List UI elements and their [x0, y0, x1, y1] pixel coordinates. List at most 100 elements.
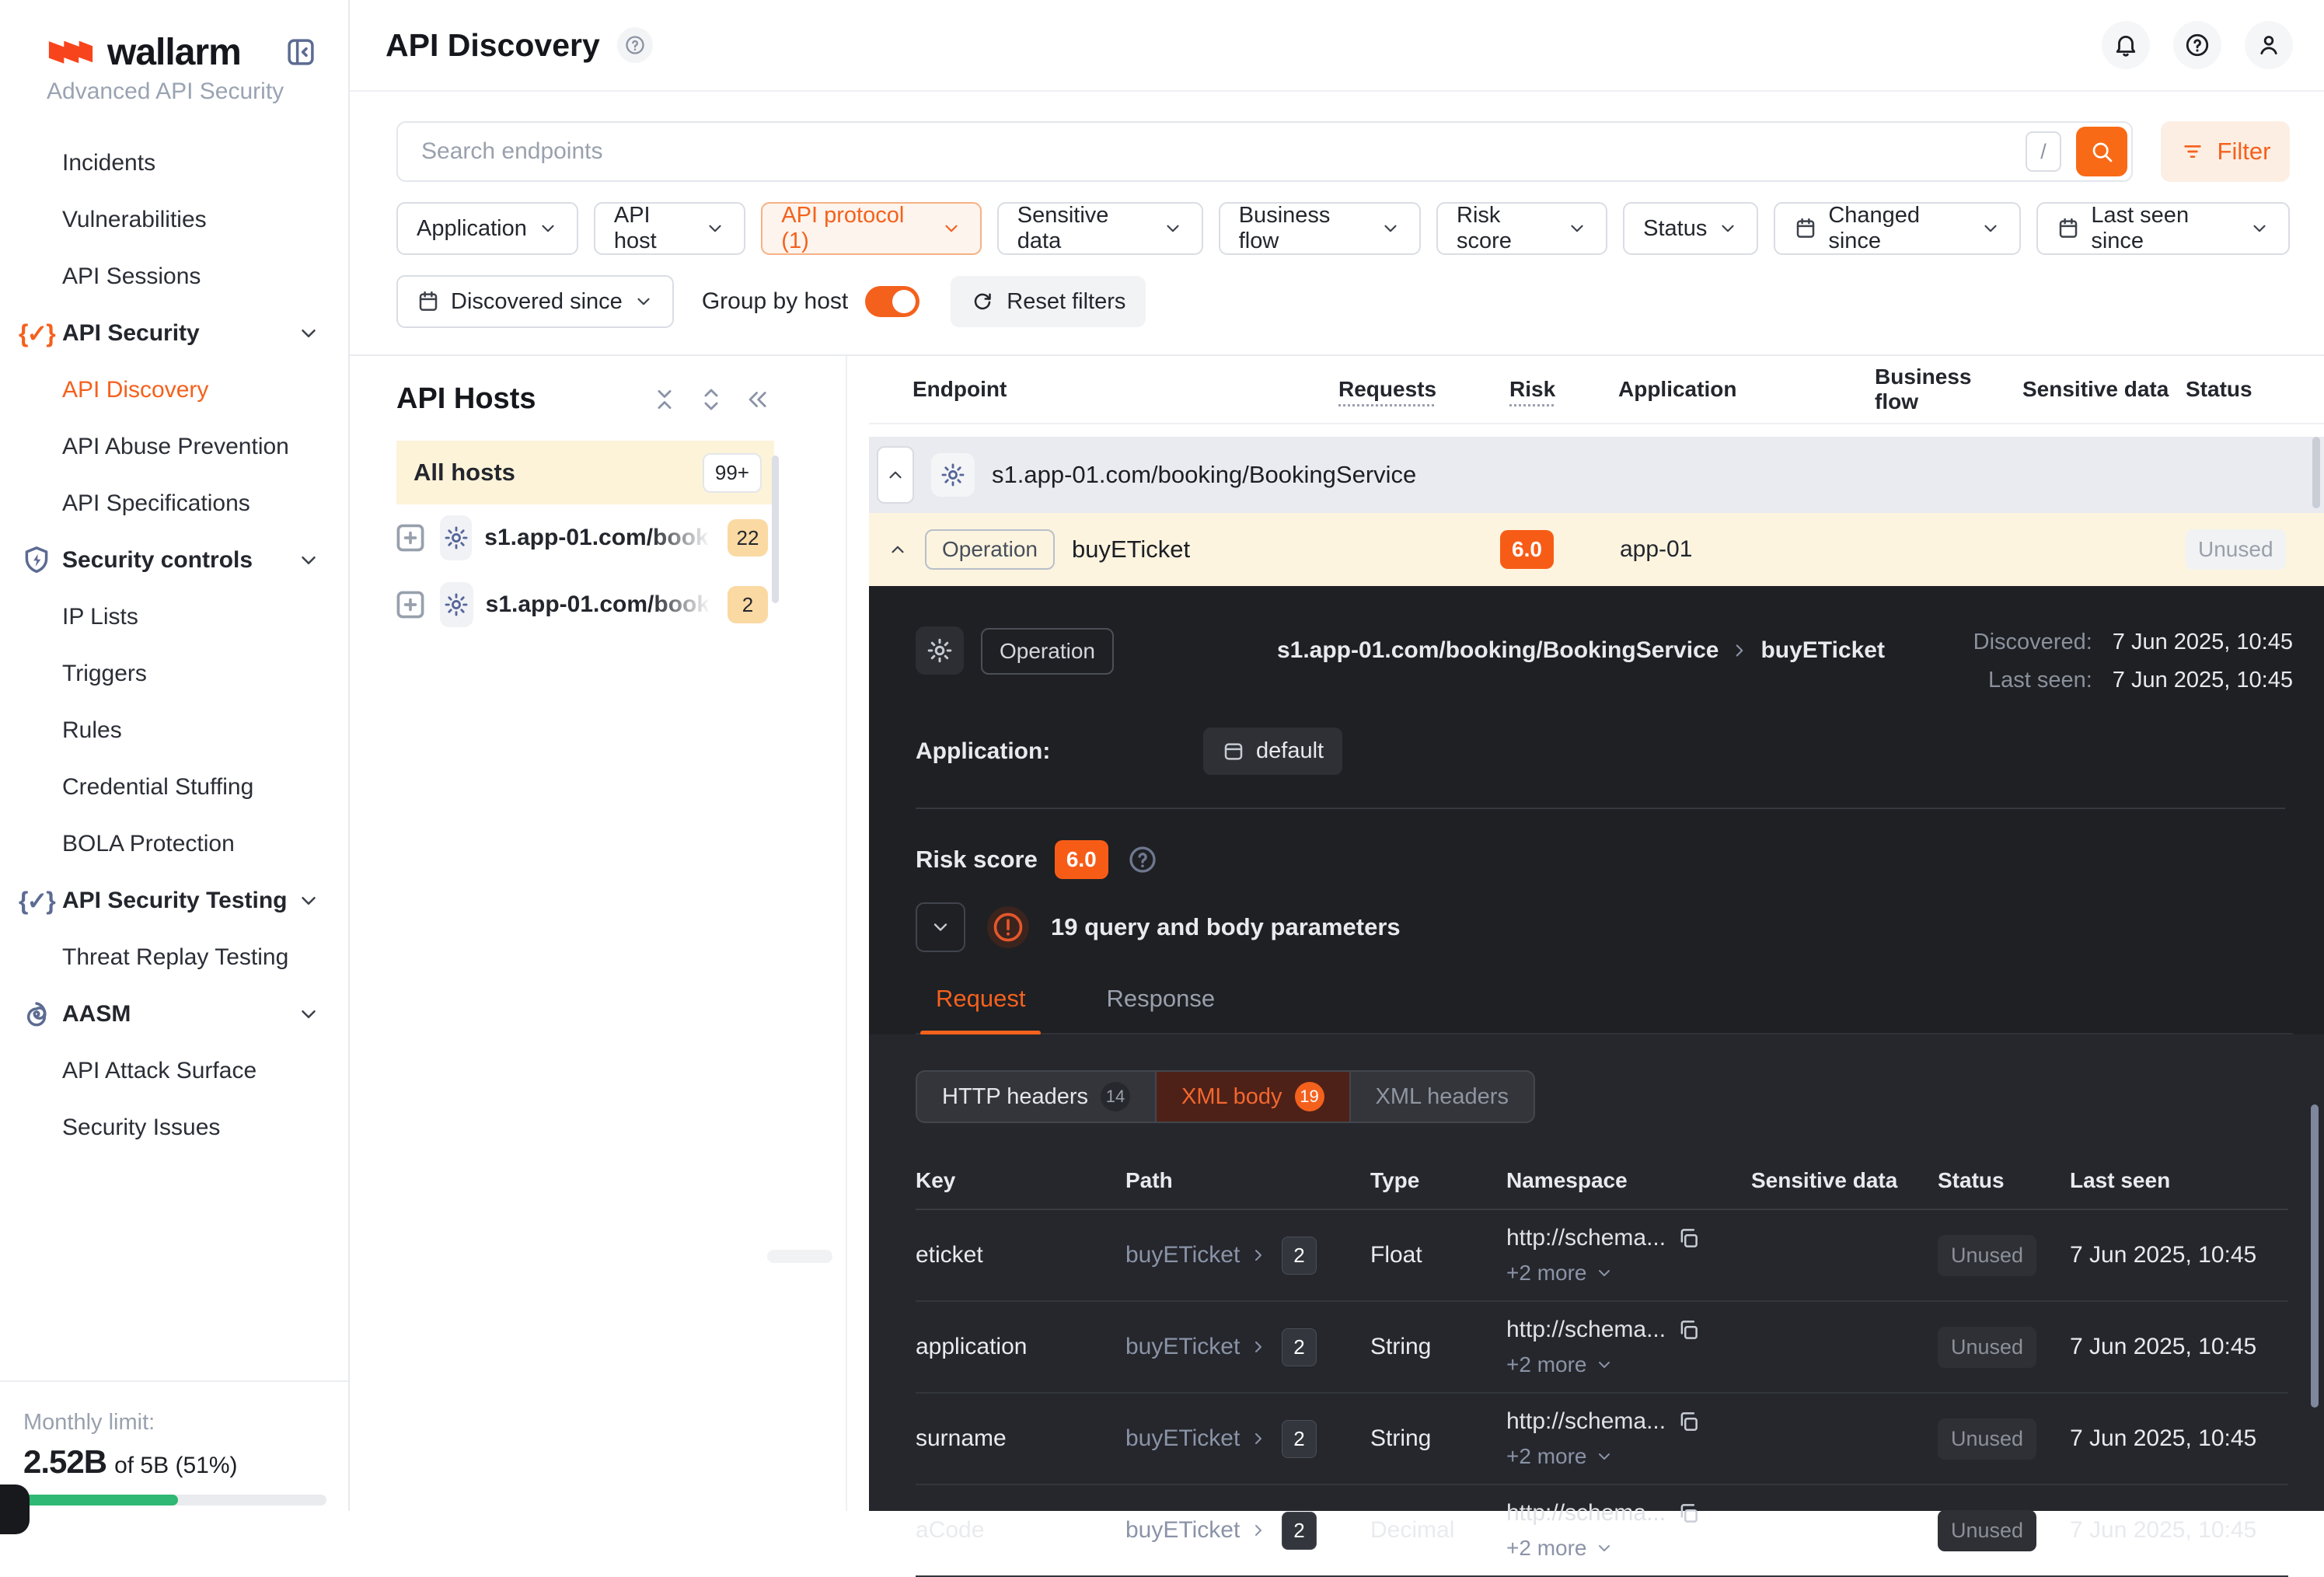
param-namespace-more[interactable]: +2 more [1506, 1536, 1751, 1561]
sidebar-item-api-discovery[interactable]: API Discovery [0, 361, 348, 418]
help-button[interactable] [2173, 21, 2221, 69]
sidebar-item-bola-protection[interactable]: BOLA Protection [0, 815, 348, 872]
host-group-row[interactable]: s1.app-01.com/booking/BookingService [869, 437, 2324, 513]
sidebar-item-api-security[interactable]: {✓}API Security [0, 305, 348, 361]
collapse-all-icon[interactable] [651, 386, 678, 413]
discovered-label: Discovered: [1973, 630, 2092, 655]
param-namespace: http://schema...+2 more [1506, 1317, 1751, 1377]
copy-icon[interactable] [1677, 1226, 1700, 1250]
sidebar-item-security-issues[interactable]: Security Issues [0, 1099, 348, 1156]
sidebar-item-triggers[interactable]: Triggers [0, 645, 348, 702]
sidebar-item-credential-stuffing[interactable]: Credential Stuffing [0, 759, 348, 815]
param-row-surname[interactable]: surnamebuyETicket2Stringhttp://schema...… [916, 1394, 2288, 1485]
plus-square-icon[interactable] [393, 521, 427, 555]
filter-chip-business-flow[interactable]: Business flow [1219, 202, 1421, 255]
main: API Discovery / Filter ApplicationAPI ho… [350, 0, 2324, 1511]
param-row-eticket[interactable]: eticketbuyETicket2Floathttp://schema...+… [916, 1210, 2288, 1302]
filter-chip-application[interactable]: Application [396, 202, 578, 255]
sidebar-item-threat-replay-testing[interactable]: Threat Replay Testing [0, 929, 348, 986]
sidebar-item-api-attack-surface[interactable]: API Attack Surface [0, 1042, 348, 1099]
param-path[interactable]: buyETicket2 [1125, 1420, 1370, 1458]
param-last-seen: 7 Jun 2025, 10:45 [2070, 1334, 2288, 1360]
param-key: eticket [916, 1242, 1125, 1268]
operation-collapse-icon[interactable] [888, 539, 908, 560]
column-header-risk[interactable]: Risk [1500, 377, 1609, 402]
sidebar-item-label: API Abuse Prevention [62, 434, 289, 460]
search-box: / [396, 121, 2133, 182]
param-path[interactable]: buyETicket2 [1125, 1237, 1370, 1275]
param-namespace-more[interactable]: +2 more [1506, 1261, 1751, 1286]
filter-chip-changed-since[interactable]: Changed since [1774, 202, 2021, 255]
subtab-xml-body[interactable]: XML body19 [1157, 1072, 1351, 1122]
detail-tabs: Request Response [916, 985, 2293, 1034]
sidebar-item-label: AASM [62, 1001, 131, 1027]
user-menu-button[interactable] [2245, 21, 2293, 69]
operation-row[interactable]: Operation buyETicket 6.0 app-01 Unused [869, 513, 2324, 586]
collapse-panel-icon[interactable] [745, 386, 771, 413]
expand-all-icon[interactable] [698, 386, 724, 413]
param-path[interactable]: buyETicket2 [1125, 1512, 1370, 1550]
subtab-http-headers[interactable]: HTTP headers14 [917, 1072, 1157, 1122]
page-title-help-icon[interactable] [617, 27, 653, 63]
search-input[interactable] [396, 121, 2133, 182]
sidebar-item-api-sessions[interactable]: API Sessions [0, 248, 348, 305]
param-type: Decimal [1370, 1517, 1506, 1544]
hosts-scrollbar[interactable] [772, 455, 779, 603]
filter-chip-sensitive-data[interactable]: Sensitive data [997, 202, 1203, 255]
param-namespace-more[interactable]: +2 more [1506, 1352, 1751, 1377]
sidebar-item-ip-lists[interactable]: IP Lists [0, 588, 348, 645]
risk-help-icon[interactable] [1125, 843, 1160, 877]
filter-chip-label: API host [614, 203, 694, 254]
copy-icon[interactable] [1677, 1318, 1700, 1341]
group-collapse-button[interactable] [877, 446, 914, 504]
plus-square-icon[interactable] [393, 588, 427, 622]
column-header-endpoint: Endpoint [869, 377, 1329, 402]
params-scrollbar[interactable] [2311, 1104, 2319, 1408]
filter-chip-api-protocol-1[interactable]: API protocol (1) [761, 202, 981, 255]
param-row-application[interactable]: applicationbuyETicket2Stringhttp://schem… [916, 1302, 2288, 1394]
reset-filters-button[interactable]: Reset filters [951, 276, 1146, 327]
tab-response[interactable]: Response [1098, 985, 1223, 1033]
sidebar-item-incidents[interactable]: Incidents [0, 134, 348, 191]
sidebar-item-label: Threat Replay Testing [62, 944, 288, 971]
sidebar-item-api-specifications[interactable]: API Specifications [0, 475, 348, 532]
param-path[interactable]: buyETicket2 [1125, 1328, 1370, 1366]
params-column-sensitive-data: Sensitive data [1751, 1168, 1938, 1193]
param-namespace-more[interactable]: +2 more [1506, 1444, 1751, 1469]
tab-request[interactable]: Request [928, 985, 1033, 1033]
group-by-host-toggle[interactable] [865, 286, 919, 317]
filter-chip-last-seen-since[interactable]: Last seen since [2036, 202, 2290, 255]
sidebar-item-api-abuse-prevention[interactable]: API Abuse Prevention [0, 418, 348, 475]
notifications-button[interactable] [2102, 21, 2150, 69]
filter-chip-discovered-since[interactable]: Discovered since [396, 275, 674, 328]
sidebar-item-security-controls[interactable]: Security controls [0, 532, 348, 588]
filter-chip-api-host[interactable]: API host [594, 202, 745, 255]
spiral-icon [20, 998, 53, 1031]
chevron-down-icon [633, 291, 654, 312]
filter-chip-status[interactable]: Status [1623, 202, 1758, 255]
group-by-host-label: Group by host [702, 288, 848, 315]
params-expand-button[interactable] [916, 902, 965, 952]
all-hosts-item[interactable]: All hosts 99+ [396, 441, 774, 504]
param-path-label: buyETicket [1125, 1334, 1240, 1360]
sidebar-item-rules[interactable]: Rules [0, 702, 348, 759]
calendar-icon [417, 290, 440, 313]
copy-icon[interactable] [1677, 1410, 1700, 1433]
endpoints-scrollbar[interactable] [2312, 437, 2320, 508]
search-button[interactable] [2076, 127, 2127, 176]
filter-chip-risk-score[interactable]: Risk score [1436, 202, 1607, 255]
application-chip[interactable]: default [1203, 727, 1342, 775]
search-shortcut-hint: / [2026, 131, 2061, 172]
sidebar-item-api-security-testing[interactable]: {✓}API Security Testing [0, 872, 348, 929]
param-row-acode[interactable]: aCodebuyETicket2Decimalhttp://schema...+… [916, 1485, 2288, 1577]
sidebar-item-aasm[interactable]: AASM [0, 986, 348, 1042]
sidebar-collapse-icon[interactable] [284, 36, 317, 68]
hosts-scrollbar-horizontal[interactable] [767, 1250, 832, 1263]
filter-button[interactable]: Filter [2161, 121, 2290, 182]
sidebar-item-vulnerabilities[interactable]: Vulnerabilities [0, 191, 348, 248]
subtab-xml-headers[interactable]: XML headers [1351, 1072, 1534, 1122]
copy-icon[interactable] [1677, 1502, 1700, 1525]
filter-chip-label: Risk score [1457, 203, 1556, 254]
column-header-requests[interactable]: Requests [1329, 377, 1500, 402]
sidebar-item-label: BOLA Protection [62, 831, 235, 857]
